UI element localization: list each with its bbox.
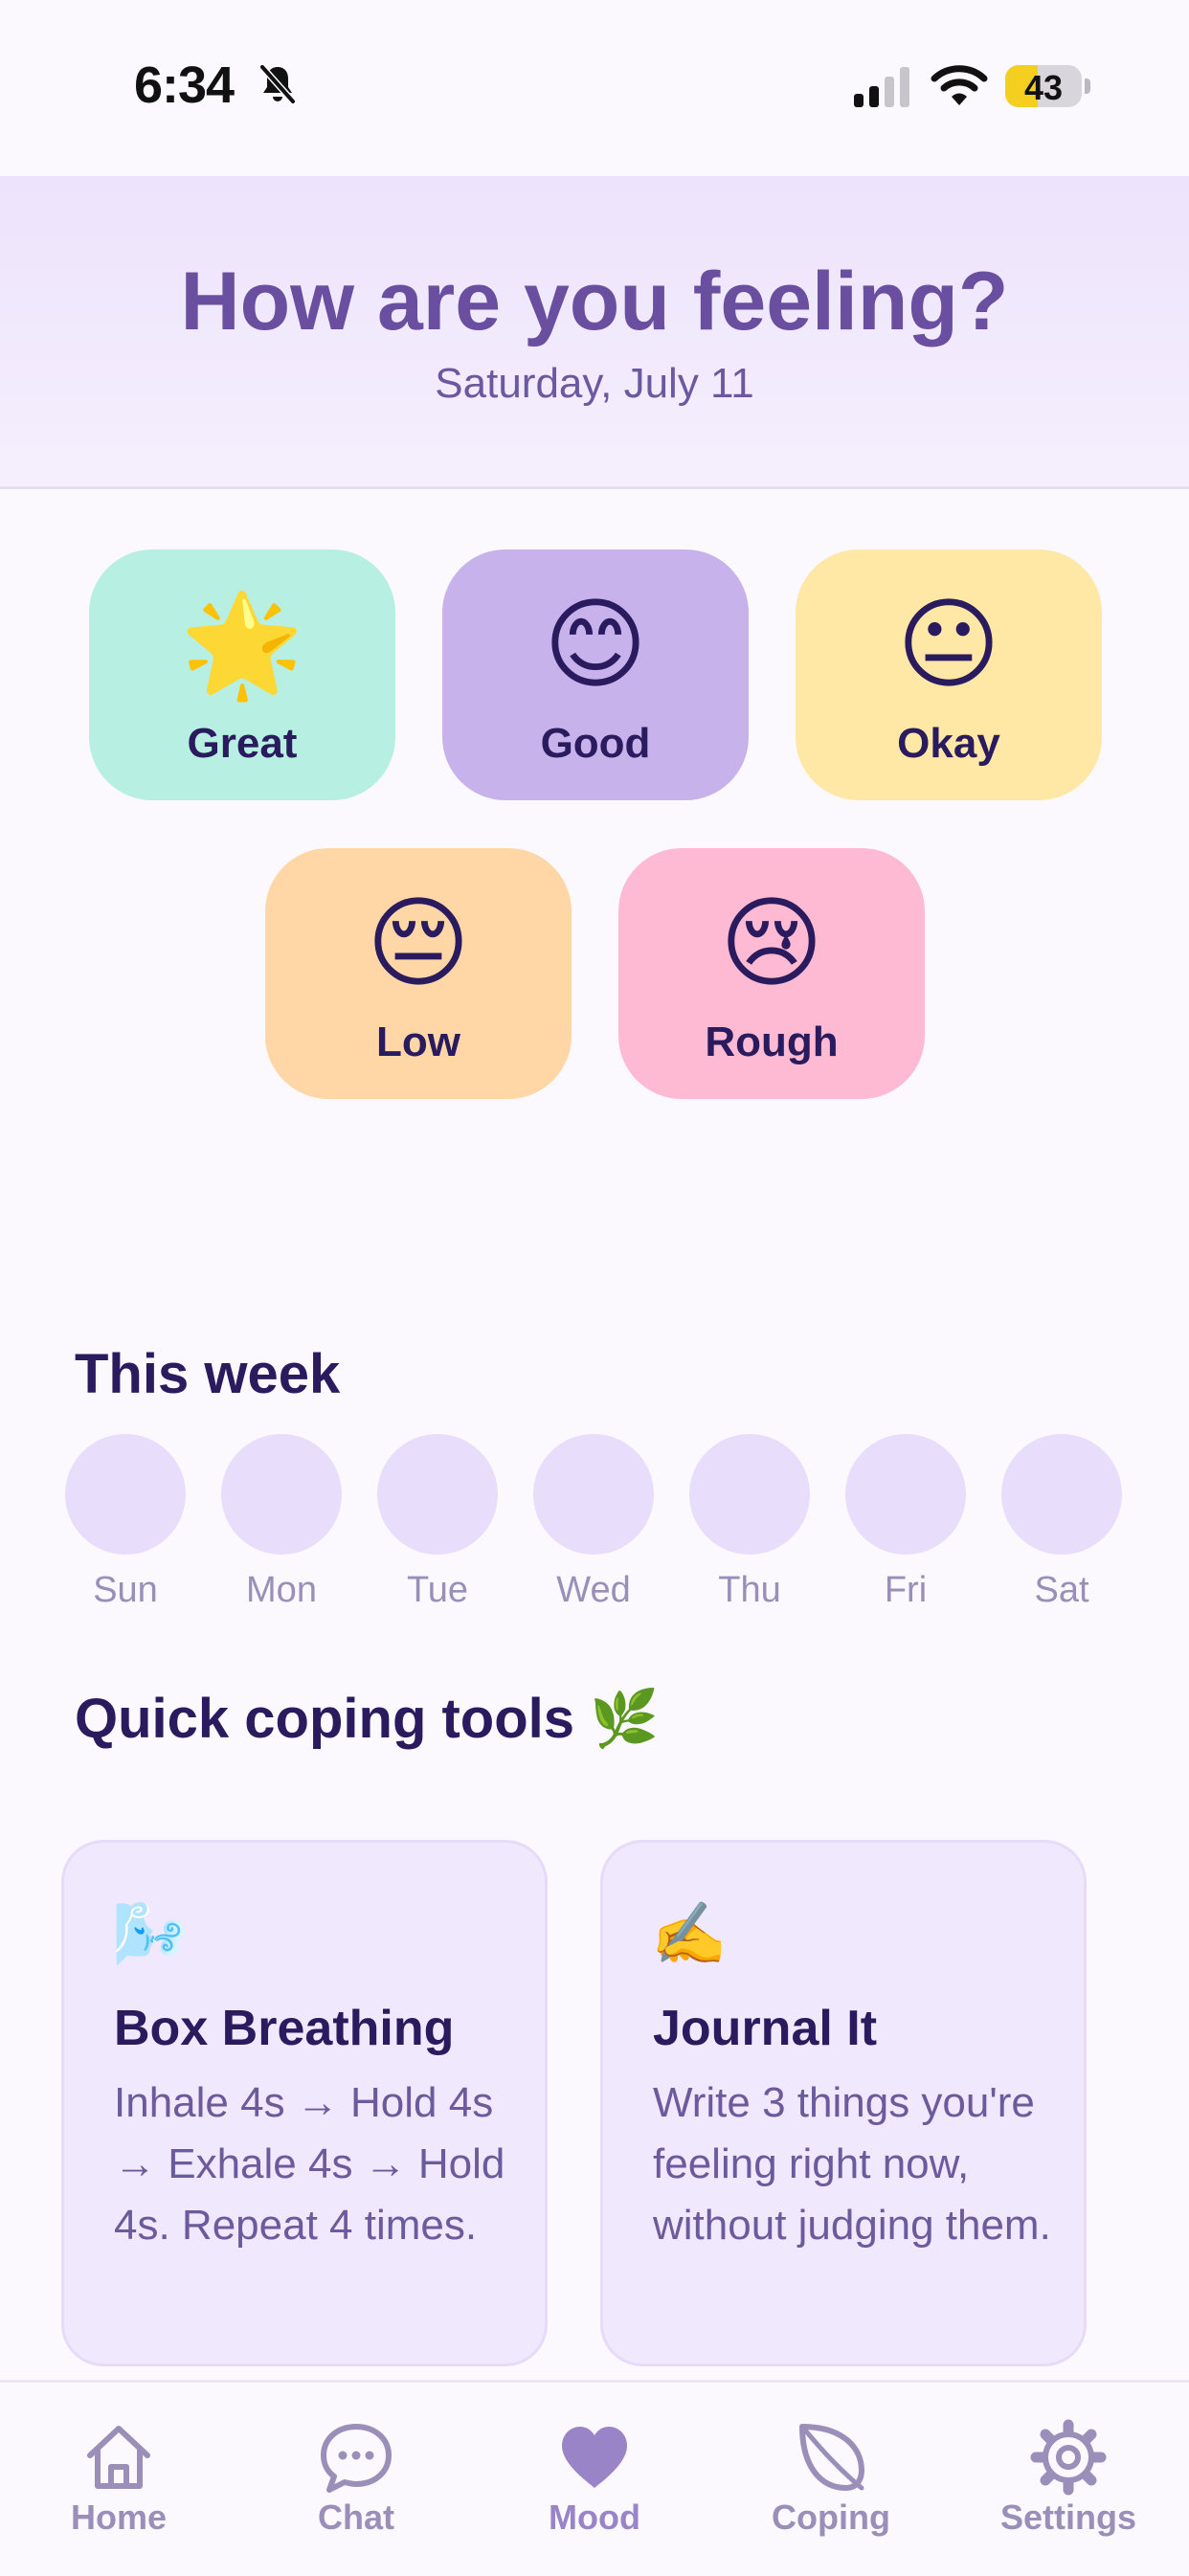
mood-button-good[interactable]: 😊 Good xyxy=(442,549,749,800)
mood-button-great[interactable]: 🌟 Great xyxy=(89,549,395,800)
day-circle-sat[interactable] xyxy=(1001,1434,1122,1555)
mood-label: Rough xyxy=(705,1019,839,1065)
wifi-icon xyxy=(931,65,988,105)
battery-tip xyxy=(1085,78,1090,94)
tool-card-journal-it[interactable]: ✍️ Journal It Write 3 things you're feel… xyxy=(600,1840,1087,2366)
day-circle-wed[interactable] xyxy=(533,1434,654,1555)
writing-hand-icon: ✍️ xyxy=(651,1899,728,1968)
tab-label: Settings xyxy=(999,2498,1136,2537)
mood-button-low[interactable]: 😔 Low xyxy=(265,848,572,1099)
neutral-emoji-icon: 😐 xyxy=(896,590,1001,701)
day-circle-fri[interactable] xyxy=(845,1434,966,1555)
day-label-mon: Mon xyxy=(246,1570,317,1610)
tab-label: Mood xyxy=(549,2498,640,2537)
bell-muted-icon xyxy=(259,64,296,104)
day-label-sat: Sat xyxy=(1034,1570,1089,1610)
mood-label: Okay xyxy=(897,720,1000,767)
status-bar: 6:34 43 xyxy=(0,0,1189,176)
crying-emoji-icon: 😢 xyxy=(719,888,824,999)
tab-label: Coping xyxy=(772,2498,890,2537)
day-label-wed: Wed xyxy=(556,1570,631,1610)
pensive-emoji-icon: 😔 xyxy=(366,888,471,999)
tool-description: Inhale 4s → Hold 4s → Exhale 4s → Hold 4… xyxy=(114,2079,505,2249)
heart-icon xyxy=(562,2427,627,2488)
tab-chat[interactable]: Chat xyxy=(260,2383,452,2537)
coping-tools-title: Quick coping tools 🌿 xyxy=(75,1688,660,1750)
mood-button-rough[interactable]: 😢 Rough xyxy=(618,848,925,1099)
tool-title: Journal It xyxy=(653,2001,878,2056)
tab-label: Chat xyxy=(318,2498,394,2537)
home-icon xyxy=(87,2426,150,2489)
day-circle-tue[interactable] xyxy=(377,1434,498,1555)
tool-card-box-breathing[interactable]: 🌬️ Box Breathing Inhale 4s → Hold 4s → E… xyxy=(61,1840,548,2366)
leaf-icon xyxy=(799,2424,864,2491)
page-date: Saturday, July 11 xyxy=(435,360,754,407)
chat-icon xyxy=(321,2424,392,2493)
tool-title: Box Breathing xyxy=(114,2001,455,2056)
smiling-emoji-icon: 😊 xyxy=(543,590,648,701)
page-title: How are you feeling? xyxy=(180,256,1009,347)
mood-button-okay[interactable]: 😐 Okay xyxy=(796,549,1102,800)
day-label-fri: Fri xyxy=(884,1570,928,1610)
day-circle-thu[interactable] xyxy=(689,1434,810,1555)
day-circle-sun[interactable] xyxy=(65,1434,186,1555)
battery-body: 43 xyxy=(1005,65,1082,107)
tab-settings[interactable]: Settings xyxy=(973,2383,1164,2537)
mood-header: How are you feeling? Saturday, July 11 xyxy=(0,176,1189,489)
tool-description: Write 3 things you're feeling right now,… xyxy=(653,2079,1051,2249)
day-label-thu: Thu xyxy=(718,1570,781,1610)
star-emoji-icon: 🌟 xyxy=(180,590,304,701)
cellular-signal-icon xyxy=(854,67,909,107)
mood-label: Low xyxy=(376,1019,460,1065)
mood-label: Great xyxy=(187,720,298,767)
day-circle-mon[interactable] xyxy=(221,1434,342,1555)
battery-level: 43 xyxy=(1023,68,1064,107)
battery-indicator: 43 xyxy=(1005,65,1090,109)
day-label-sun: Sun xyxy=(93,1570,158,1610)
this-week-title: This week xyxy=(75,1343,341,1405)
tab-mood[interactable]: Mood xyxy=(499,2383,690,2537)
status-time: 6:34 xyxy=(134,56,235,114)
gear-icon xyxy=(1030,2419,1107,2496)
mood-label: Good xyxy=(540,720,651,767)
tab-home[interactable]: Home xyxy=(23,2383,214,2537)
tab-bar: Home Chat Mood Coping Settings xyxy=(0,2380,1189,2576)
tab-label: Home xyxy=(70,2498,168,2537)
wind-face-icon: 🌬️ xyxy=(112,1899,189,1968)
day-label-tue: Tue xyxy=(406,1570,469,1610)
tab-coping[interactable]: Coping xyxy=(735,2383,927,2537)
